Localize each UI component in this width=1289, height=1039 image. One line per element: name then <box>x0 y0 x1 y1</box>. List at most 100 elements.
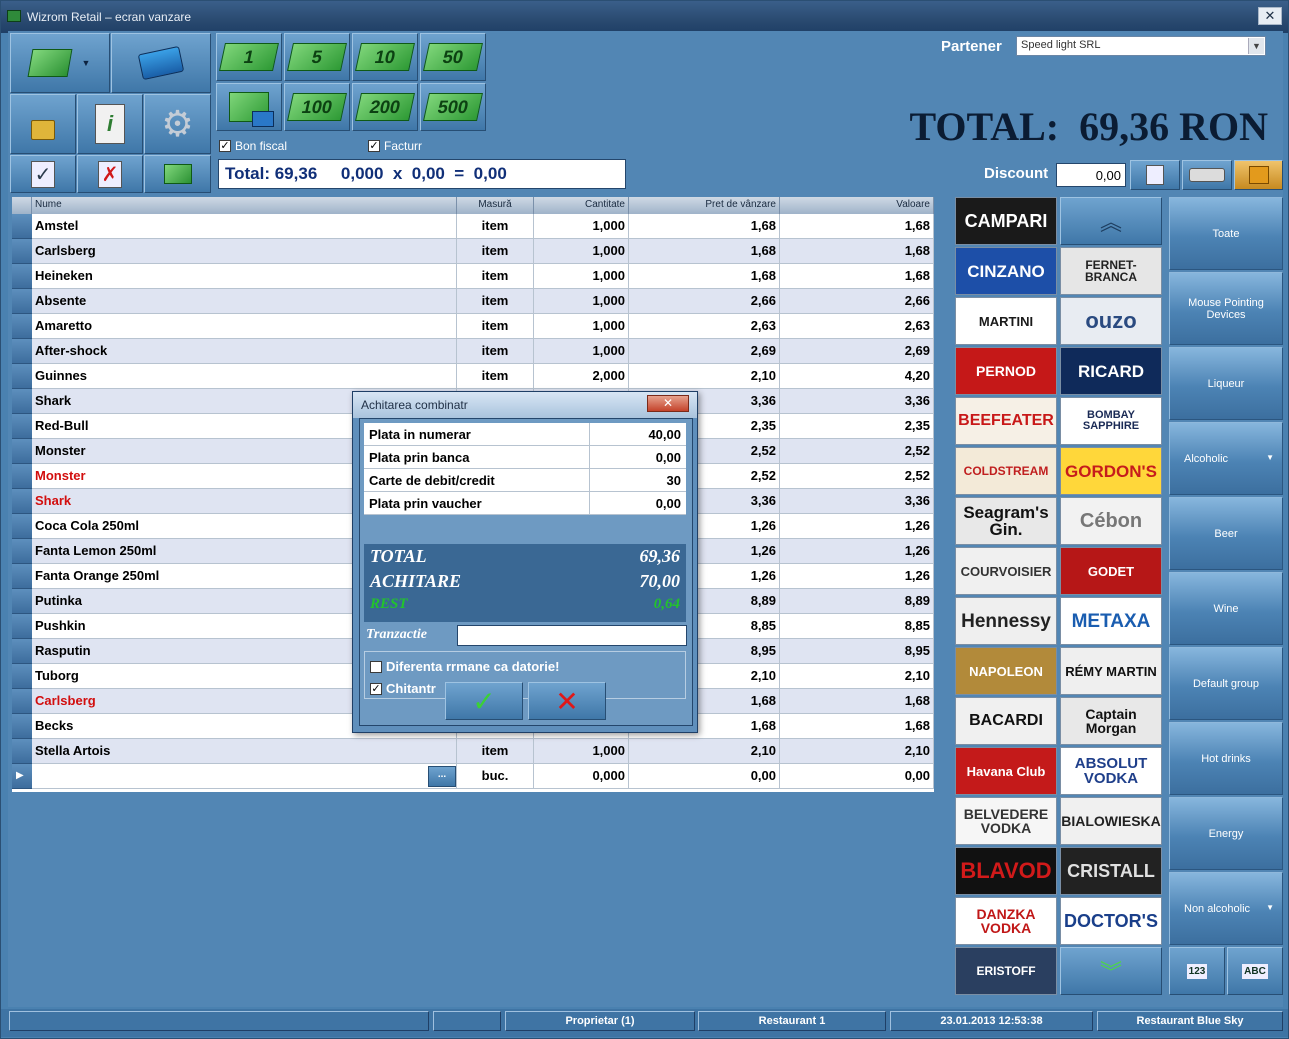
row-selector[interactable] <box>12 239 32 264</box>
tranzactie-input[interactable] <box>457 625 687 646</box>
header-valoare[interactable]: Valoare <box>780 197 934 214</box>
table-row[interactable]: Amstel item 1,000 1,68 1,68 <box>12 214 934 239</box>
cancel-button[interactable]: ✕ <box>528 682 606 720</box>
settings-button[interactable]: ⚙ <box>144 94 211 154</box>
row-selector[interactable] <box>12 439 32 464</box>
category-button[interactable]: Default group <box>1169 647 1283 720</box>
brand-button[interactable]: BEEFEATER <box>955 397 1057 445</box>
brand-button[interactable]: Havana Club <box>955 747 1057 795</box>
row-selector[interactable]: ▶ <box>12 764 32 789</box>
category-button[interactable]: Hot drinks <box>1169 722 1283 795</box>
cash-dropdown-button[interactable]: ▼ <box>10 33 110 93</box>
card-payment-button[interactable] <box>111 33 211 93</box>
brand-button[interactable]: METAXA <box>1060 597 1162 645</box>
row-selector[interactable] <box>12 464 32 489</box>
brand-button[interactable]: BLAVOD <box>955 847 1057 895</box>
row-selector[interactable] <box>12 264 32 289</box>
brand-button[interactable]: CRISTALL <box>1060 847 1162 895</box>
row-selector[interactable] <box>12 514 32 539</box>
dialog-close-button[interactable]: ✕ <box>647 395 689 412</box>
brand-button[interactable]: PERNOD <box>955 347 1057 395</box>
row-selector[interactable] <box>12 639 32 664</box>
brand-button[interactable]: Captain Morgan <box>1060 697 1162 745</box>
brand-button[interactable]: NAPOLEON <box>955 647 1057 695</box>
row-selector[interactable] <box>12 414 32 439</box>
table-row[interactable]: ▶ buc. 0,000 0,00 0,00... <box>12 764 934 789</box>
brand-button[interactable]: BACARDI <box>955 697 1057 745</box>
brand-button[interactable]: FERNET-BRANCA <box>1060 247 1162 295</box>
brand-button[interactable]: DANZKA VODKA <box>955 897 1057 945</box>
row-selector[interactable] <box>12 664 32 689</box>
row-selector[interactable] <box>12 214 32 239</box>
note-5-button[interactable]: 5 <box>284 33 350 81</box>
brand-button[interactable]: Cébon <box>1060 497 1162 545</box>
category-button[interactable]: Mouse Pointing Devices <box>1169 272 1283 345</box>
row-selector[interactable] <box>12 364 32 389</box>
payment-value-input[interactable]: 0,00 <box>590 446 686 469</box>
brand-button[interactable]: BIALOWIESKA <box>1060 797 1162 845</box>
brand-button[interactable]: Seagram's Gin. <box>955 497 1057 545</box>
scroll-down-button[interactable]: ︾ <box>1060 947 1162 995</box>
payment-value-input[interactable]: 30 <box>590 469 686 492</box>
bon-fiscal-checkbox[interactable]: ✓ Bon fiscal <box>219 139 287 153</box>
row-selector[interactable] <box>12 289 32 314</box>
brand-button[interactable]: Hennessy <box>955 597 1057 645</box>
brand-button[interactable]: ouzo <box>1060 297 1162 345</box>
note-500-button[interactable]: 500 <box>420 83 486 131</box>
table-row[interactable]: Heineken item 1,000 1,68 1,68 <box>12 264 934 289</box>
row-selector[interactable] <box>12 539 32 564</box>
brand-button[interactable]: RÉMY MARTIN <box>1060 647 1162 695</box>
brand-button[interactable]: BELVEDERE VODKA <box>955 797 1057 845</box>
cash-refresh-button[interactable] <box>144 155 211 193</box>
facturr-checkbox[interactable]: ✓ Facturr <box>368 139 422 153</box>
header-nume[interactable]: Nume <box>32 197 457 214</box>
brand-button[interactable]: CAMPARI <box>955 197 1057 245</box>
table-row[interactable]: Absente item 1,000 2,66 2,66 <box>12 289 934 314</box>
table-row[interactable]: Stella Artois item 1,000 2,10 2,10 <box>12 739 934 764</box>
scroll-up-button[interactable]: ︽ <box>1060 197 1162 245</box>
header-masura[interactable]: Masură <box>457 197 534 214</box>
chitantr-checkbox[interactable]: ✓ Chitantr <box>370 681 436 696</box>
table-row[interactable]: Amaretto item 1,000 2,63 2,63 <box>12 314 934 339</box>
brand-button[interactable]: GODET <box>1060 547 1162 595</box>
partener-select[interactable]: Speed light SRL ▼ <box>1016 36 1266 56</box>
row-selector[interactable] <box>12 339 32 364</box>
note-50-button[interactable]: 50 <box>420 33 486 81</box>
receipt-button[interactable] <box>1130 160 1180 190</box>
brand-button[interactable]: BOMBAY SAPPHIRE <box>1060 397 1162 445</box>
table-row[interactable]: Carlsberg item 1,000 1,68 1,68 <box>12 239 934 264</box>
brand-button[interactable]: COLDSTREAM <box>955 447 1057 495</box>
brand-button[interactable]: DOCTOR'S <box>1060 897 1162 945</box>
ok-button[interactable]: ✓ <box>445 682 523 720</box>
package-button[interactable] <box>1234 160 1283 190</box>
row-selector[interactable] <box>12 564 32 589</box>
lookup-button[interactable]: ... <box>428 766 456 787</box>
note-1-button[interactable]: 1 <box>216 33 282 81</box>
row-selector[interactable] <box>12 489 32 514</box>
payment-value-input[interactable]: 0,00 <box>590 492 686 515</box>
lock-button[interactable] <box>10 94 76 154</box>
brand-button[interactable]: COURVOISIER <box>955 547 1057 595</box>
brand-button[interactable]: GORDON'S <box>1060 447 1162 495</box>
category-button[interactable]: Liqueur <box>1169 347 1283 420</box>
cancel-item-button[interactable]: ✗ <box>77 155 143 193</box>
brand-button[interactable]: MARTINI <box>955 297 1057 345</box>
header-cantitate[interactable]: Cantitate <box>534 197 629 214</box>
sort-alpha-button[interactable]: ABC <box>1227 947 1283 995</box>
category-button[interactable]: Non alcoholic ▼ <box>1169 872 1283 945</box>
brand-button[interactable]: ERISTOFF <box>955 947 1057 995</box>
category-button[interactable]: Energy <box>1169 797 1283 870</box>
note-200-button[interactable]: 200 <box>352 83 418 131</box>
row-selector[interactable] <box>12 689 32 714</box>
category-button[interactable]: Wine <box>1169 572 1283 645</box>
row-selector[interactable] <box>12 714 32 739</box>
discount-input[interactable]: 0,00 <box>1056 163 1126 187</box>
brand-button[interactable]: CINZANO <box>955 247 1057 295</box>
brand-button[interactable]: ABSOLUT VODKA <box>1060 747 1162 795</box>
sort-numeric-button[interactable]: 123 <box>1169 947 1225 995</box>
cash-card-button[interactable] <box>216 83 282 131</box>
confirm-button[interactable]: ✓ <box>10 155 76 193</box>
row-selector[interactable] <box>12 614 32 639</box>
note-100-button[interactable]: 100 <box>284 83 350 131</box>
scanner-button[interactable] <box>1182 160 1232 190</box>
